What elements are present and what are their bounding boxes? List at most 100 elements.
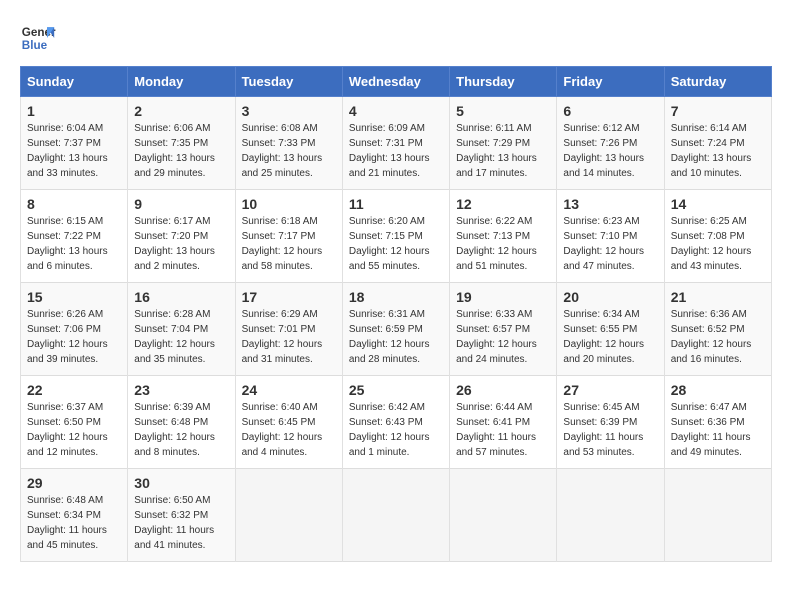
- calendar-cell: 1 Sunrise: 6:04 AMSunset: 7:37 PMDaylight…: [21, 97, 128, 190]
- calendar-cell: 13 Sunrise: 6:23 AMSunset: 7:10 PMDayligh…: [557, 190, 664, 283]
- day-number: 6: [563, 103, 657, 119]
- calendar-cell: 26 Sunrise: 6:44 AMSunset: 6:41 PMDayligh…: [450, 376, 557, 469]
- calendar-table: SundayMondayTuesdayWednesdayThursdayFrid…: [20, 66, 772, 562]
- day-info: Sunrise: 6:22 AMSunset: 7:13 PMDaylight:…: [456, 214, 550, 274]
- day-info: Sunrise: 6:23 AMSunset: 7:10 PMDaylight:…: [563, 214, 657, 274]
- weekday-header-sunday: Sunday: [21, 67, 128, 97]
- day-info: Sunrise: 6:42 AMSunset: 6:43 PMDaylight:…: [349, 400, 443, 460]
- day-number: 27: [563, 382, 657, 398]
- logo: General Blue: [20, 20, 64, 56]
- calendar-cell: 18Sunrise: 6:31 AMSunset: 6:59 PMDayligh…: [342, 283, 449, 376]
- day-number: 12: [456, 196, 550, 212]
- calendar-cell: 24 Sunrise: 6:40 AMSunset: 6:45 PMDayligh…: [235, 376, 342, 469]
- day-number: 14: [671, 196, 765, 212]
- day-number: 1: [27, 103, 121, 119]
- page-header: General Blue: [20, 20, 772, 56]
- calendar-week-row: 29 Sunrise: 6:48 AMSunset: 6:34 PMDayligh…: [21, 469, 772, 562]
- calendar-cell: 16 Sunrise: 6:28 AMSunset: 7:04 PMDayligh…: [128, 283, 235, 376]
- weekday-header-row: SundayMondayTuesdayWednesdayThursdayFrid…: [21, 67, 772, 97]
- calendar-cell: 27 Sunrise: 6:45 AMSunset: 6:39 PMDayligh…: [557, 376, 664, 469]
- day-info: Sunrise: 6:45 AMSunset: 6:39 PMDaylight:…: [563, 400, 657, 460]
- day-number: 29: [27, 475, 121, 491]
- day-number: 4: [349, 103, 443, 119]
- calendar-cell: 9 Sunrise: 6:17 AMSunset: 7:20 PMDaylight…: [128, 190, 235, 283]
- day-number: 2: [134, 103, 228, 119]
- day-info: Sunrise: 6:44 AMSunset: 6:41 PMDaylight:…: [456, 400, 550, 460]
- day-number: 10: [242, 196, 336, 212]
- day-number: 25: [349, 382, 443, 398]
- day-info: Sunrise: 6:15 AMSunset: 7:22 PMDaylight:…: [27, 214, 121, 274]
- day-info: Sunrise: 6:12 AMSunset: 7:26 PMDaylight:…: [563, 121, 657, 181]
- calendar-cell: 6 Sunrise: 6:12 AMSunset: 7:26 PMDaylight…: [557, 97, 664, 190]
- calendar-cell: 10 Sunrise: 6:18 AMSunset: 7:17 PMDayligh…: [235, 190, 342, 283]
- weekday-header-saturday: Saturday: [664, 67, 771, 97]
- day-info: Sunrise: 6:40 AMSunset: 6:45 PMDaylight:…: [242, 400, 336, 460]
- calendar-cell: [235, 469, 342, 562]
- day-info: Sunrise: 6:09 AMSunset: 7:31 PMDaylight:…: [349, 121, 443, 181]
- day-number: 20: [563, 289, 657, 305]
- calendar-cell: 14 Sunrise: 6:25 AMSunset: 7:08 PMDayligh…: [664, 190, 771, 283]
- calendar-cell: 17 Sunrise: 6:29 AMSunset: 7:01 PMDayligh…: [235, 283, 342, 376]
- calendar-cell: 19 Sunrise: 6:33 AMSunset: 6:57 PMDayligh…: [450, 283, 557, 376]
- weekday-header-tuesday: Tuesday: [235, 67, 342, 97]
- day-number: 11: [349, 196, 443, 212]
- day-info: Sunrise: 6:29 AMSunset: 7:01 PMDaylight:…: [242, 307, 336, 367]
- calendar-cell: 25 Sunrise: 6:42 AMSunset: 6:43 PMDayligh…: [342, 376, 449, 469]
- calendar-cell: [450, 469, 557, 562]
- day-number: 17: [242, 289, 336, 305]
- calendar-cell: 29 Sunrise: 6:48 AMSunset: 6:34 PMDayligh…: [21, 469, 128, 562]
- day-info: Sunrise: 6:47 AMSunset: 6:36 PMDaylight:…: [671, 400, 765, 460]
- calendar-week-row: 1 Sunrise: 6:04 AMSunset: 7:37 PMDaylight…: [21, 97, 772, 190]
- svg-text:Blue: Blue: [22, 39, 48, 52]
- calendar-cell: 22Sunrise: 6:37 AMSunset: 6:50 PMDayligh…: [21, 376, 128, 469]
- day-info: Sunrise: 6:17 AMSunset: 7:20 PMDaylight:…: [134, 214, 228, 274]
- day-number: 16: [134, 289, 228, 305]
- day-number: 13: [563, 196, 657, 212]
- day-number: 30: [134, 475, 228, 491]
- day-info: Sunrise: 6:28 AMSunset: 7:04 PMDaylight:…: [134, 307, 228, 367]
- day-number: 28: [671, 382, 765, 398]
- day-number: 26: [456, 382, 550, 398]
- calendar-cell: [664, 469, 771, 562]
- day-info: Sunrise: 6:26 AMSunset: 7:06 PMDaylight:…: [27, 307, 121, 367]
- calendar-cell: 12 Sunrise: 6:22 AMSunset: 7:13 PMDayligh…: [450, 190, 557, 283]
- day-number: 5: [456, 103, 550, 119]
- day-info: Sunrise: 6:20 AMSunset: 7:15 PMDaylight:…: [349, 214, 443, 274]
- weekday-header-thursday: Thursday: [450, 67, 557, 97]
- calendar-cell: [557, 469, 664, 562]
- day-info: Sunrise: 6:18 AMSunset: 7:17 PMDaylight:…: [242, 214, 336, 274]
- calendar-cell: [342, 469, 449, 562]
- day-info: Sunrise: 6:11 AMSunset: 7:29 PMDaylight:…: [456, 121, 550, 181]
- day-number: 22: [27, 382, 121, 398]
- day-number: 18: [349, 289, 443, 305]
- day-number: 21: [671, 289, 765, 305]
- day-info: Sunrise: 6:48 AMSunset: 6:34 PMDaylight:…: [27, 493, 121, 553]
- day-number: 23: [134, 382, 228, 398]
- day-number: 15: [27, 289, 121, 305]
- calendar-cell: 15 Sunrise: 6:26 AMSunset: 7:06 PMDayligh…: [21, 283, 128, 376]
- calendar-cell: 3Sunrise: 6:08 AMSunset: 7:33 PMDaylight…: [235, 97, 342, 190]
- calendar-week-row: 8 Sunrise: 6:15 AMSunset: 7:22 PMDaylight…: [21, 190, 772, 283]
- day-info: Sunrise: 6:06 AMSunset: 7:35 PMDaylight:…: [134, 121, 228, 181]
- calendar-cell: 5 Sunrise: 6:11 AMSunset: 7:29 PMDaylight…: [450, 97, 557, 190]
- logo-icon: General Blue: [20, 20, 56, 56]
- day-number: 24: [242, 382, 336, 398]
- day-number: 9: [134, 196, 228, 212]
- day-number: 19: [456, 289, 550, 305]
- weekday-header-wednesday: Wednesday: [342, 67, 449, 97]
- calendar-cell: 7Sunrise: 6:14 AMSunset: 7:24 PMDaylight…: [664, 97, 771, 190]
- calendar-week-row: 22Sunrise: 6:37 AMSunset: 6:50 PMDayligh…: [21, 376, 772, 469]
- calendar-cell: 21 Sunrise: 6:36 AMSunset: 6:52 PMDayligh…: [664, 283, 771, 376]
- day-info: Sunrise: 6:33 AMSunset: 6:57 PMDaylight:…: [456, 307, 550, 367]
- day-info: Sunrise: 6:04 AMSunset: 7:37 PMDaylight:…: [27, 121, 121, 181]
- weekday-header-friday: Friday: [557, 67, 664, 97]
- calendar-cell: 2 Sunrise: 6:06 AMSunset: 7:35 PMDaylight…: [128, 97, 235, 190]
- calendar-cell: 8 Sunrise: 6:15 AMSunset: 7:22 PMDaylight…: [21, 190, 128, 283]
- calendar-cell: 23Sunrise: 6:39 AMSunset: 6:48 PMDayligh…: [128, 376, 235, 469]
- day-info: Sunrise: 6:25 AMSunset: 7:08 PMDaylight:…: [671, 214, 765, 274]
- day-number: 3: [242, 103, 336, 119]
- calendar-cell: 28 Sunrise: 6:47 AMSunset: 6:36 PMDayligh…: [664, 376, 771, 469]
- day-number: 8: [27, 196, 121, 212]
- day-info: Sunrise: 6:36 AMSunset: 6:52 PMDaylight:…: [671, 307, 765, 367]
- weekday-header-monday: Monday: [128, 67, 235, 97]
